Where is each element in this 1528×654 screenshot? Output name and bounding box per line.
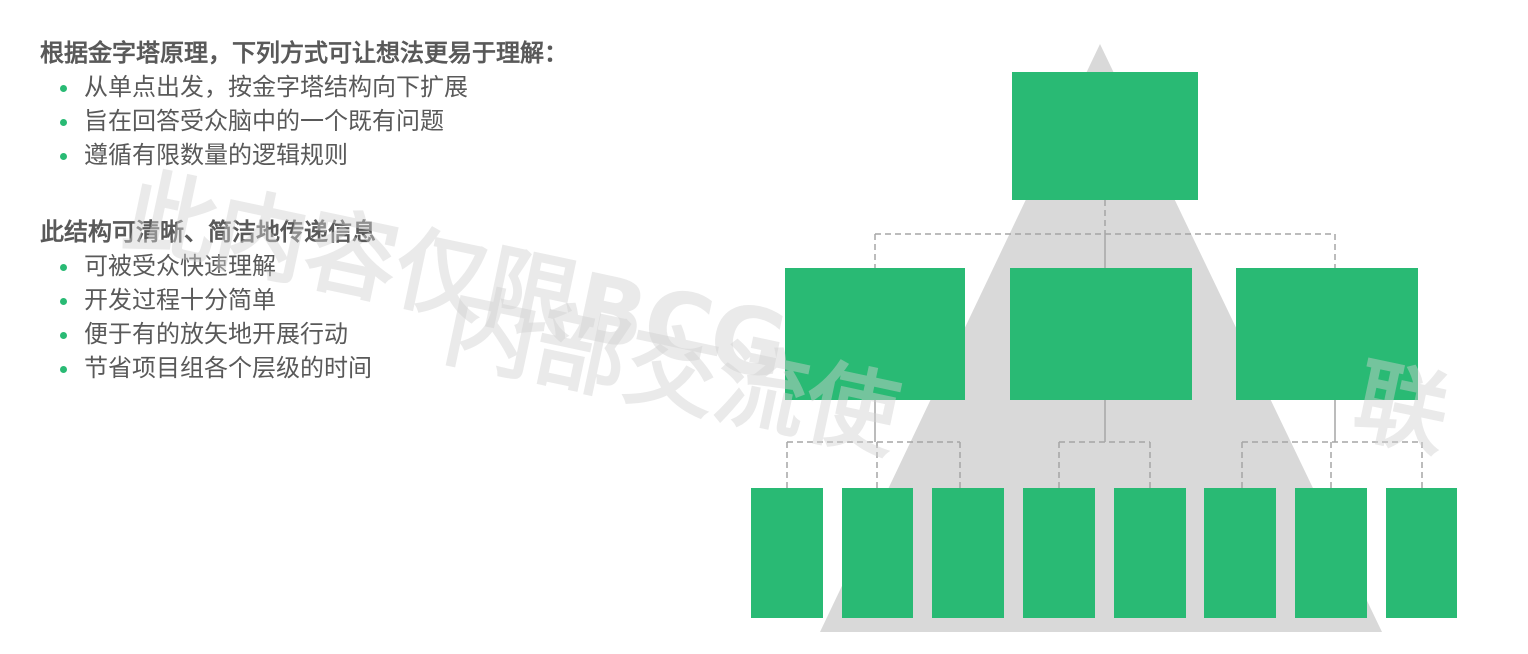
pyramid-diagram xyxy=(751,44,1457,632)
pyramid-box-level-2 xyxy=(1236,268,1418,400)
pyramid-box-top xyxy=(1012,72,1198,200)
pyramid-box-level-3 xyxy=(932,488,1004,618)
pyramid-box-level-3 xyxy=(751,488,823,618)
pyramid-box-level-3 xyxy=(1386,488,1457,618)
pyramid-box-level-3 xyxy=(1114,488,1186,618)
pyramid-box-level-3 xyxy=(842,488,913,618)
pyramid-box-level-2 xyxy=(785,268,965,400)
pyramid-box-level-2 xyxy=(1010,268,1192,400)
pyramid-box-level-3 xyxy=(1023,488,1095,618)
pyramid-box-level-3 xyxy=(1295,488,1367,618)
pyramid-box-level-3 xyxy=(1204,488,1276,618)
